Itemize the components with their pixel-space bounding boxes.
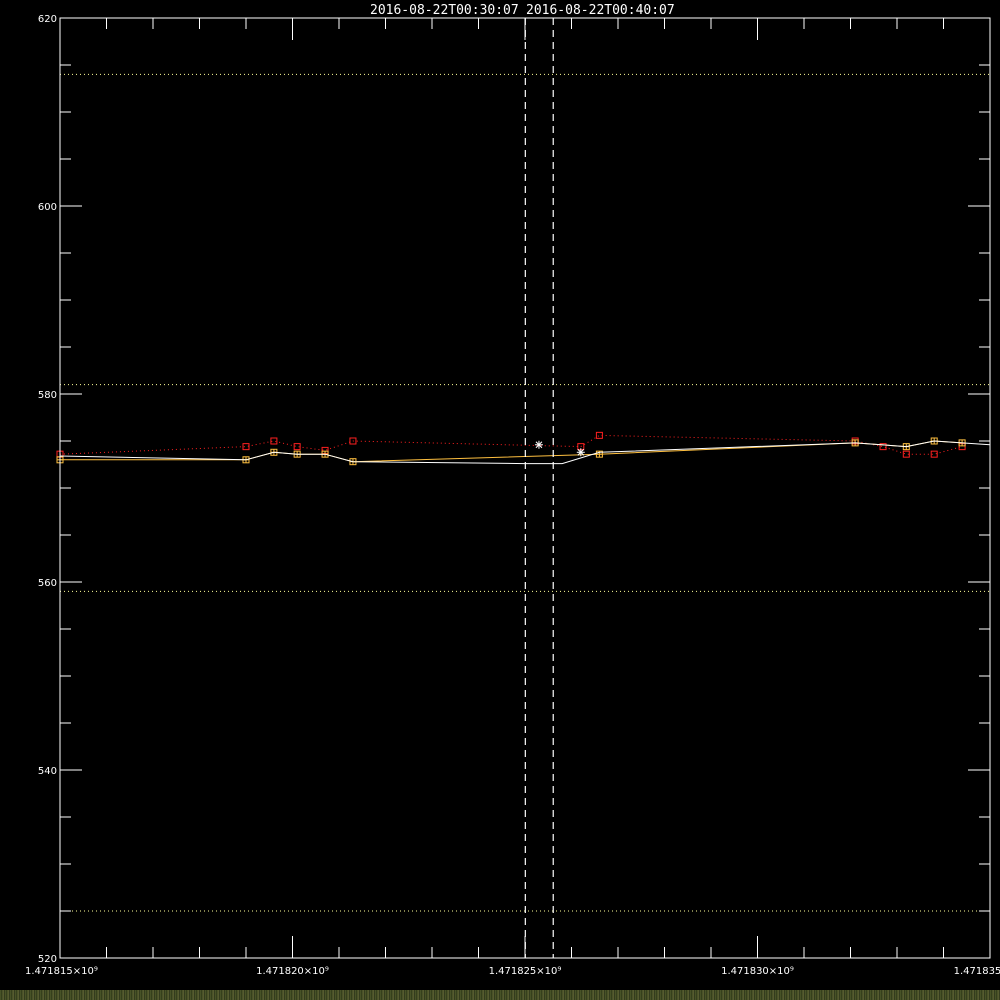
y-tick-label: 520 (38, 954, 57, 965)
y-tick-label: 580 (38, 390, 57, 401)
bottom-noise-strip (0, 990, 1000, 1000)
y-tick-label: 620 (38, 14, 57, 25)
x-tick-label: 1.471830×10⁹ (721, 966, 794, 977)
time-series-plot: 1.471815×10⁹ 1.471820×10⁹ 1.471825×10⁹ 1.47… (0, 0, 1000, 1000)
y-tick-label: 560 (38, 578, 57, 589)
y-tick-label: 600 (38, 202, 57, 213)
data-point (534, 440, 543, 449)
data-point (576, 448, 585, 457)
y-tick-label: 540 (38, 766, 57, 777)
x-tick-label: 1.471835×10⁹ (954, 966, 1000, 977)
plot-background (0, 0, 1000, 1000)
title-start-time: 2016-08-22T00:30:07 (370, 3, 519, 18)
x-tick-label: 1.471825×10⁹ (489, 966, 562, 977)
x-tick-label: 1.471820×10⁹ (256, 966, 329, 977)
x-tick-label: 1.471815×10⁹ (25, 966, 98, 977)
title-end-time: 2016-08-22T00:40:07 (526, 3, 675, 18)
